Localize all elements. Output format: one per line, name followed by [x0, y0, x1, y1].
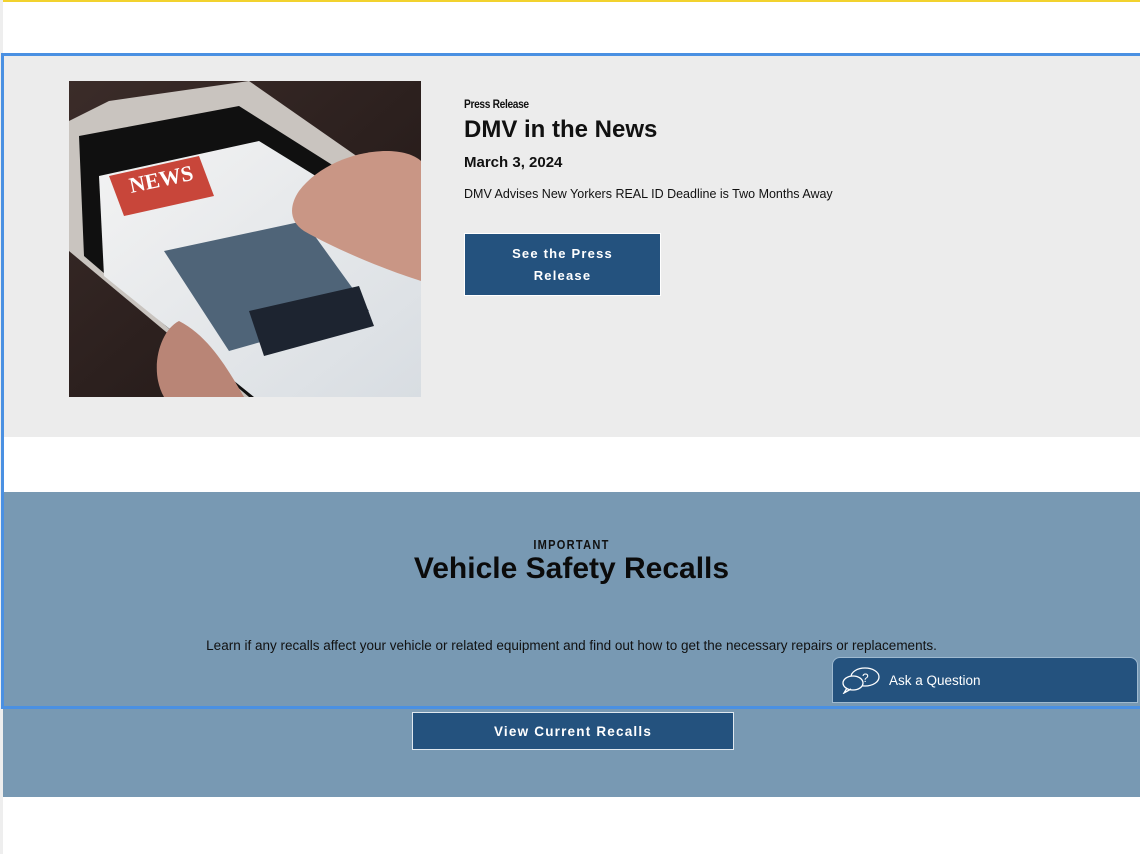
see-press-release-button[interactable]: See the Press Release: [464, 233, 661, 296]
news-text-block: Press Release DMV in the News March 3, 2…: [464, 95, 1064, 296]
recalls-title: Vehicle Safety Recalls: [413, 552, 730, 585]
view-current-recalls-button[interactable]: View Current Recalls: [412, 712, 734, 750]
news-photo: NEWS: [69, 81, 421, 397]
news-section: NEWS Press Release DMV in the News March…: [3, 55, 1140, 437]
news-date: March 3, 2024: [464, 154, 563, 171]
news-title: DMV in the News: [464, 116, 658, 143]
top-accent-line: [0, 0, 1140, 2]
chat-bubbles-question-icon: ?: [842, 667, 880, 694]
svg-text:?: ?: [862, 671, 869, 685]
news-eyebrow: Press Release: [464, 97, 529, 111]
recalls-description: Learn if any recalls affect your vehicle…: [206, 638, 937, 653]
vehicle-recalls-section: IMPORTANT Vehicle Safety Recalls Learn i…: [3, 492, 1140, 797]
ask-a-question-label: Ask a Question: [889, 672, 981, 688]
ask-a-question-widget[interactable]: ? Ask a Question: [832, 657, 1138, 703]
news-description: DMV Advises New Yorkers REAL ID Deadline…: [464, 187, 833, 201]
